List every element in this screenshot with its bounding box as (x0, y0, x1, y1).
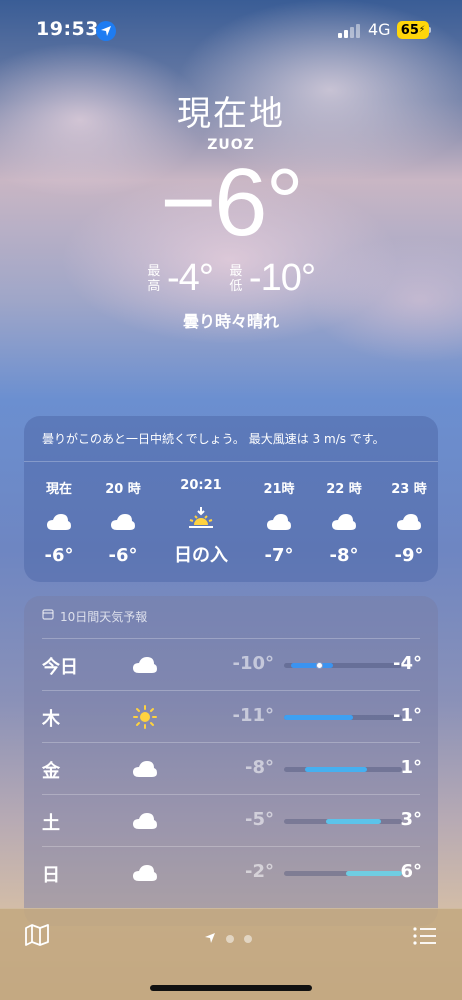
day-high: 6° (400, 861, 422, 882)
cloud-icon (130, 807, 160, 835)
hourly-forecast-card[interactable]: 曇りがこのあと一日中続くでしょう。 最大風速は 3 m/s です。 現在 -6°… (24, 416, 438, 582)
day-name: 今日 (42, 657, 78, 678)
temperature-range-fill (346, 871, 402, 876)
low-value: -10° (248, 257, 316, 299)
cloud-icon (130, 859, 160, 887)
page-dot (244, 934, 252, 943)
calendar-icon (42, 608, 54, 623)
cloud-icon (24, 505, 94, 539)
day-name: 木 (42, 709, 60, 730)
high-low: 最高 -4° 最低 -10° (0, 257, 462, 300)
location-arrow-page-icon (204, 929, 216, 948)
day-low: -10° (232, 653, 274, 674)
day-row[interactable]: 金 -8° 1° (42, 742, 422, 794)
hour-label: 現在 (45, 482, 72, 497)
map-icon[interactable] (24, 923, 50, 947)
status-time: 19:53 (36, 18, 99, 40)
temperature-range-fill (290, 663, 333, 668)
hour-label: 20 時 (105, 482, 141, 497)
cloud-icon (130, 755, 160, 783)
daily-title: 10日間天気予報 (60, 610, 148, 624)
battery-icon: 65 ⚡ (397, 21, 429, 39)
hour-item: 20 時 -6° (88, 478, 158, 566)
day-row[interactable]: 今日 -10° -4° (42, 638, 422, 690)
temperature-range-bar (284, 715, 402, 720)
day-row[interactable]: 土 -5° 3° (42, 794, 422, 846)
day-row[interactable]: 日 -2° 6° (42, 846, 422, 898)
daily-header: 10日間天気予報 (24, 596, 438, 638)
page-indicator[interactable] (204, 929, 252, 948)
temperature-range-fill (325, 819, 382, 824)
daily-forecast-card[interactable]: 10日間天気予報 今日 -10° -4° 木 -11° -1° 金 -8° 1° (24, 596, 438, 926)
day-high: 1° (400, 757, 422, 778)
network-type: 4G (368, 20, 391, 39)
hour-value: 日の入 (174, 545, 228, 566)
hour-label: 22 時 (326, 482, 362, 497)
hour-label: 23 時 (391, 482, 427, 497)
battery-tip (429, 27, 431, 33)
hourly-list[interactable]: 現在 -6° 20 時 -6° 20:21 日の入 21時 -7° 22 時 -… (24, 462, 438, 582)
current-temperature: −6° (160, 149, 304, 256)
cloud-icon (309, 505, 379, 539)
day-low: -5° (245, 809, 274, 830)
hour-item: 現在 -6° (24, 478, 94, 566)
hour-item: 21時 -7° (244, 478, 314, 566)
location-title: 現在地 (177, 94, 285, 134)
hour-value: -8° (329, 545, 359, 566)
temperature-range-fill (284, 715, 354, 720)
signal-icon (338, 24, 360, 38)
hour-value: -7° (264, 545, 294, 566)
hourly-summary: 曇りがこのあと一日中続くでしょう。 最大風速は 3 m/s です。 (24, 416, 438, 462)
cloud-icon (130, 651, 160, 679)
list-icon[interactable] (412, 925, 438, 947)
day-row[interactable]: 木 -11° -1° (42, 690, 422, 742)
hour-item: 22 時 -8° (309, 478, 379, 566)
day-name: 日 (42, 865, 60, 886)
hour-label: 20:21 (180, 478, 222, 493)
bottom-toolbar (0, 908, 462, 1000)
current-weather: 現在地 ZUOZ −6° 最高 -4° 最低 -10° 曇り時々晴れ (0, 86, 462, 332)
temperature-range-bar (284, 871, 402, 876)
hour-value: -6° (44, 545, 74, 566)
status-bar: 19:53 4G 65 ⚡ (0, 18, 462, 46)
page-dot (226, 934, 234, 943)
cloud-icon (374, 505, 444, 539)
day-low: -2° (245, 861, 274, 882)
high-label: 最高 (147, 263, 161, 294)
cloud-icon (88, 505, 158, 539)
high-value: -4° (166, 257, 214, 299)
sun-icon (130, 703, 160, 731)
condition-text: 曇り時々晴れ (182, 312, 279, 331)
home-indicator[interactable] (150, 985, 312, 991)
low-label: 最低 (229, 263, 243, 294)
day-high: 3° (400, 809, 422, 830)
day-high: -4° (393, 653, 422, 674)
temperature-range-bar (284, 662, 402, 669)
location-arrow-icon (96, 21, 116, 41)
temperature-range-fill (304, 767, 368, 772)
hour-value: -6° (108, 545, 138, 566)
day-name: 金 (42, 761, 60, 782)
temperature-range-bar (284, 767, 402, 772)
sunset-icon (166, 501, 236, 535)
day-high: -1° (393, 705, 422, 726)
hour-label: 21時 (263, 482, 295, 497)
hour-item-sunset: 20:21 日の入 (166, 478, 236, 567)
day-low: -11° (232, 705, 274, 726)
hour-value: -9° (394, 545, 424, 566)
day-name: 土 (42, 813, 60, 834)
current-temperature-dot (315, 662, 323, 669)
temperature-range-bar (284, 819, 402, 824)
hour-item: 23 時 -9° (374, 478, 444, 566)
cloud-icon (244, 505, 314, 539)
day-low: -8° (245, 757, 274, 778)
battery-level: 65 (400, 22, 419, 38)
